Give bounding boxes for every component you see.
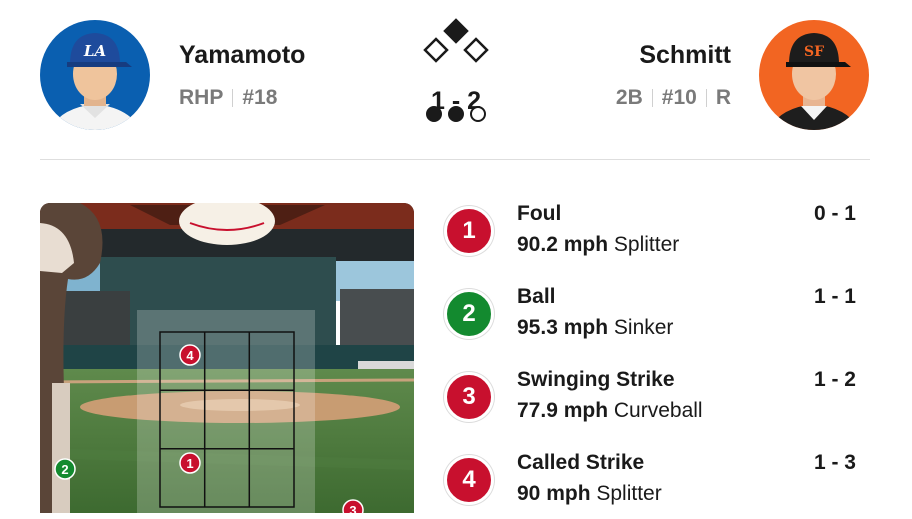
base-second: [443, 18, 469, 44]
pitch-speed: 95.3 mph: [517, 316, 609, 339]
pitch-info: 95.3 mph Sinker: [517, 316, 673, 340]
base-third: [423, 37, 449, 63]
pitch-row[interactable]: 3 Swinging Strike 77.9 mph Curveball 1 -…: [444, 366, 864, 436]
batter-position: 2B: [615, 86, 643, 109]
pitch-result: Called Strike: [517, 451, 645, 474]
out-indicator-2: [448, 106, 464, 122]
pitch-count: 0 - 1: [813, 202, 856, 225]
batter-bats: R: [715, 86, 731, 109]
pitch-marker[interactable]: 4: [179, 344, 201, 366]
out-indicator-3: [470, 106, 486, 122]
pitcher-meta: RHP #18: [179, 86, 277, 110]
batter-avatar[interactable]: SF: [759, 20, 869, 130]
pitch-info: 77.9 mph Curveball: [517, 399, 703, 423]
pitch-type: Splitter: [613, 233, 680, 256]
pitch-marker[interactable]: 3: [342, 499, 364, 513]
pitch-type: Splitter: [596, 482, 662, 505]
pitch-info: 90 mph Splitter: [517, 482, 662, 506]
pitcher-number: #18: [242, 86, 278, 109]
meta-separator: [705, 89, 707, 107]
pitcher-avatar[interactable]: LA: [40, 20, 150, 130]
pitch-location-view: 4 1 2 3: [40, 203, 414, 513]
pitch-count: 1 - 1: [813, 285, 856, 308]
pitch-result: Ball: [517, 285, 556, 308]
pitch-speed: 90.2 mph: [517, 233, 609, 256]
pitch-row[interactable]: 2 Ball 95.3 mph Sinker 1 - 1: [444, 283, 864, 353]
pitch-marker[interactable]: 1: [179, 452, 201, 474]
giants-cap-logo: SF: [804, 44, 824, 60]
dodgers-cap-logo: LA: [83, 42, 106, 60]
svg-text:3: 3: [349, 503, 356, 513]
pitch-marker[interactable]: 2: [54, 458, 76, 480]
pitch-result: Foul: [517, 202, 562, 225]
svg-text:1: 1: [186, 456, 193, 471]
pitch-type: Curveball: [613, 399, 703, 422]
pitch-row[interactable]: 1 Foul 90.2 mph Splitter 0 - 1: [444, 200, 864, 270]
pitch-row[interactable]: 4 Called Strike 90 mph Splitter 1 - 3: [444, 449, 864, 519]
svg-text:4: 4: [186, 348, 194, 363]
pitch-number-badge: 2: [444, 289, 494, 339]
pitch-count: 1 - 2: [813, 368, 856, 391]
pitch-type: Sinker: [613, 316, 674, 339]
batter-number: #10: [661, 86, 697, 109]
svg-text:2: 2: [61, 462, 68, 477]
batter-meta: 2B #10 R: [616, 86, 731, 110]
pitch-info: 90.2 mph Splitter: [517, 233, 679, 257]
batter-name[interactable]: Schmitt: [639, 41, 731, 70]
header-divider: [40, 159, 870, 160]
pitch-count: 1 - 3: [813, 451, 856, 474]
pitch-speed: 90 mph: [517, 482, 591, 505]
pitch-number-badge: 1: [444, 206, 494, 256]
pitch-number-badge: 4: [444, 455, 494, 505]
meta-separator: [651, 89, 653, 107]
meta-separator: [232, 89, 234, 107]
out-indicator-1: [426, 106, 442, 122]
pitch-result: Swinging Strike: [517, 368, 675, 391]
pitch-speed: 77.9 mph: [517, 399, 609, 422]
pitcher-name[interactable]: Yamamoto: [179, 41, 305, 70]
pitcher-position: RHP: [179, 86, 224, 109]
pitch-number-badge: 3: [444, 372, 494, 422]
game-state: 1 - 2: [408, 18, 504, 128]
base-first: [463, 37, 489, 63]
